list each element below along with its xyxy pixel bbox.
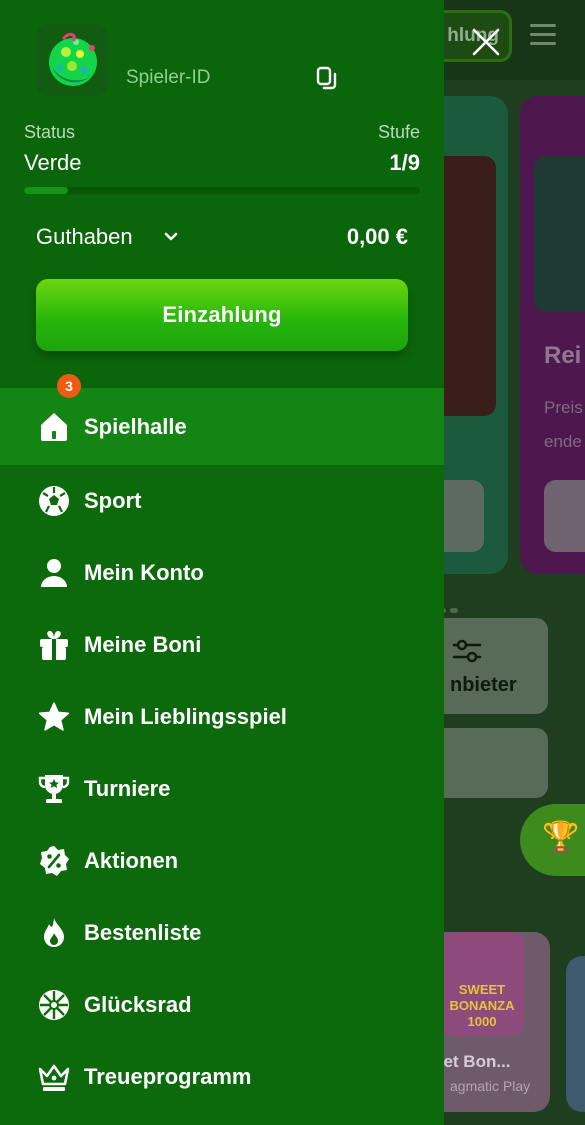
- balance-label[interactable]: Guthaben: [36, 224, 133, 250]
- background-promo-card-2: Rei Preis ende: [520, 96, 585, 574]
- status-value: Verde: [24, 150, 82, 175]
- percent-badge-icon: [36, 843, 72, 879]
- background-promo-button-2: [544, 480, 585, 552]
- user-icon: [36, 555, 72, 591]
- main-menu: Spielhalle Sport Mein Konto Meine Boni M…: [0, 388, 444, 1113]
- sliders-icon: [452, 639, 482, 663]
- trophy-icon: [36, 771, 72, 807]
- player-id-label: Spieler-ID: [126, 67, 211, 88]
- soccer-ball-icon: [36, 483, 72, 519]
- close-icon[interactable]: [468, 24, 504, 60]
- level-value: 1/9: [389, 150, 420, 175]
- game-artwork-text: SWEET BONANZA 1000: [449, 982, 515, 1029]
- avatar[interactable]: [36, 24, 108, 96]
- menu-item-mein-konto[interactable]: Mein Konto: [0, 537, 444, 609]
- flame-icon: [36, 915, 72, 951]
- star-icon: [36, 699, 72, 735]
- menu-item-label: Mein Konto: [84, 560, 204, 585]
- menu-item-label: Aktionen: [84, 848, 179, 873]
- menu-item-label: Meine Boni: [84, 632, 202, 657]
- game-name: eet Bon...: [434, 1052, 511, 1071]
- balance-amount: 0,00 €: [346, 224, 408, 249]
- planet-avatar-icon: [49, 32, 97, 86]
- menu-item-mein-lieblingsspiel[interactable]: Mein Lieblingsspiel: [0, 681, 444, 753]
- menu-item-label: Bestenliste: [84, 920, 202, 945]
- level-progress-bar: [24, 187, 420, 194]
- menu-item-sport[interactable]: Sport: [0, 465, 444, 537]
- menu-item-bestenliste[interactable]: Bestenliste: [0, 897, 444, 969]
- status-label: Status: [24, 122, 76, 142]
- menu-item-label: Turniere: [84, 776, 171, 801]
- menu-item-gluecksrad[interactable]: Glücksrad: [0, 969, 444, 1041]
- menu-item-aktionen[interactable]: Aktionen: [0, 825, 444, 897]
- chevron-down-icon[interactable]: [162, 228, 180, 246]
- menu-item-label: Treueprogramm: [84, 1064, 252, 1089]
- home-icon: [36, 409, 72, 445]
- background-promo-image-2: [534, 156, 585, 312]
- background-tournament-button: 🏆: [520, 804, 585, 876]
- menu-item-label: Spielhalle: [84, 413, 187, 439]
- crown-icon: [36, 1059, 72, 1095]
- background-promo-title: Rei: [544, 342, 582, 369]
- menu-item-label: Glücksrad: [84, 992, 192, 1017]
- menu-item-turniere[interactable]: Turniere: [0, 753, 444, 825]
- deposit-button[interactable]: Einzahlung: [36, 279, 408, 351]
- menu-item-treueprogramm[interactable]: Treueprogramm: [0, 1041, 444, 1113]
- wheel-icon: [36, 987, 72, 1023]
- menu-item-label: Sport: [84, 488, 142, 513]
- copy-icon[interactable]: [316, 66, 338, 92]
- level-progress-fill: [24, 187, 68, 194]
- hamburger-menu-icon: [530, 24, 556, 48]
- tournaments-count-badge: 3: [57, 374, 81, 398]
- background-game-tile-2: [566, 956, 585, 1112]
- game-provider: agmatic Play: [450, 1078, 531, 1094]
- menu-item-spielhalle[interactable]: Spielhalle: [0, 388, 444, 465]
- trophy-icon: 🏆: [542, 821, 580, 854]
- menu-item-meine-boni[interactable]: Meine Boni: [0, 609, 444, 681]
- side-drawer: Spieler-ID Status Verde Stufe 1/9 Guthab…: [0, 0, 444, 1125]
- background-promo-text: Preis: [544, 398, 583, 417]
- gift-icon: [36, 627, 72, 663]
- menu-item-label: Mein Lieblingsspiel: [84, 704, 287, 729]
- background-promo-text-2: ende: [544, 432, 582, 451]
- account-summary: Spieler-ID Status Verde Stufe 1/9 Guthab…: [0, 0, 444, 388]
- background-filter-label: nbieter: [450, 674, 517, 696]
- level-label: Stufe: [377, 122, 420, 142]
